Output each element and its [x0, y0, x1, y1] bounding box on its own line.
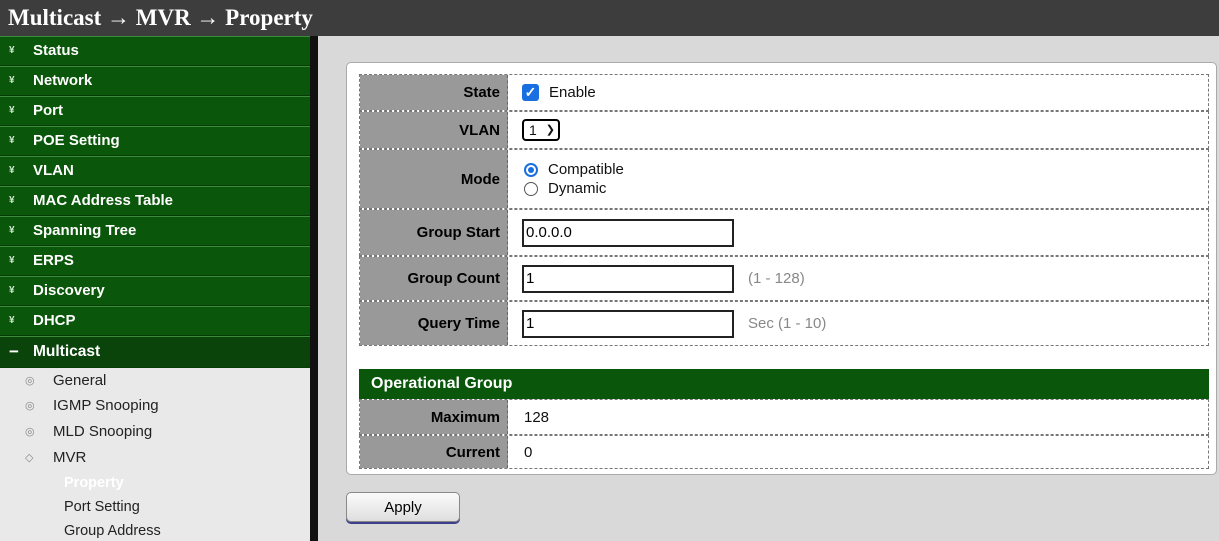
page-title: Multicast → MVR → Property: [8, 5, 313, 30]
sidebar-item-label: VLAN: [33, 162, 74, 179]
apply-button[interactable]: Apply: [346, 492, 460, 522]
sidebar-item-mac-address-table[interactable]: ¥ MAC Address Table: [0, 186, 310, 216]
sidebar-item-label: MAC Address Table: [33, 192, 174, 209]
sidebar-subitem-label: MLD Snooping: [53, 423, 153, 440]
maximum-value: 128: [524, 408, 550, 426]
chevron-down-icon: ❯: [545, 124, 555, 136]
sidebar-item-label: Port: [33, 102, 63, 119]
expand-arrow-icon: ¥: [9, 105, 15, 116]
mode-dynamic-label: Dynamic: [548, 180, 607, 197]
bullet-icon: ◎: [25, 375, 35, 387]
collapse-minus-icon: −: [9, 342, 19, 361]
group-count-hint: (1 - 128): [748, 270, 805, 287]
current-label: Current: [360, 436, 508, 468]
current-row: Current 0: [359, 435, 1209, 469]
sidebar-item-label: Network: [33, 72, 93, 89]
sidebar-item-port[interactable]: ¥ Port: [0, 96, 310, 126]
vlan-row: VLAN 1 ❯: [359, 111, 1209, 149]
group-count-label: Group Count: [360, 257, 508, 300]
query-time-row: Query Time 1 Sec (1 - 10): [359, 301, 1209, 346]
sidebar-item-vlan[interactable]: ¥ VLAN: [0, 156, 310, 186]
query-time-input[interactable]: 1: [522, 309, 734, 338]
bullet-icon: ◎: [25, 400, 35, 412]
sidebar-subitem-label: IGMP Snooping: [53, 397, 159, 414]
sidebar-item-label: DHCP: [33, 312, 76, 329]
sidebar-item-label: Multicast: [33, 343, 101, 360]
sidebar-item-label: Spanning Tree: [33, 222, 137, 239]
sidebar-item-dhcp[interactable]: ¥ DHCP: [0, 306, 310, 336]
state-enable-label: Enable: [549, 84, 596, 101]
sidebar-subitem-label: MVR: [53, 449, 87, 466]
expand-arrow-icon: ¥: [9, 45, 15, 56]
expand-arrow-icon: ¥: [9, 135, 15, 146]
sidebar-item-status[interactable]: ¥ Status: [0, 36, 310, 66]
vlan-selected-value: 1: [529, 122, 537, 138]
mode-dynamic-radio[interactable]: [524, 181, 538, 196]
maximum-label: Maximum: [360, 400, 508, 434]
expand-arrow-icon: ¥: [9, 195, 15, 206]
sidebar-link-group-address[interactable]: Group Address: [64, 520, 161, 541]
mode-row: Mode Compatible Dynamic: [359, 149, 1209, 209]
sidebar-item-erps[interactable]: ¥ ERPS: [0, 246, 310, 276]
sidebar-item-spanning-tree[interactable]: ¥ Spanning Tree: [0, 216, 310, 246]
sidebar: ¥ Status ¥ Network ¥ Port ¥ POE Setting ¥ VLA…: [0, 36, 310, 541]
mode-label: Mode: [360, 150, 508, 208]
vlan-label: VLAN: [360, 112, 508, 148]
expand-arrow-icon: ¥: [9, 75, 15, 86]
group-start-input[interactable]: 0.0.0.0: [522, 218, 734, 247]
sidebar-item-network[interactable]: ¥ Network: [0, 66, 310, 96]
operational-group-header: Operational Group: [359, 369, 1209, 399]
current-value: 0: [524, 443, 533, 461]
maximum-row: Maximum 128: [359, 399, 1209, 435]
state-row: State ✓ Enable: [359, 74, 1209, 111]
sidebar-item-discovery[interactable]: ¥ Discovery: [0, 276, 310, 306]
expand-arrow-icon: ¥: [9, 165, 15, 176]
sidebar-subitem-label: General: [53, 372, 107, 389]
sidebar-item-multicast[interactable]: − Multicast: [0, 336, 310, 368]
group-count-input[interactable]: 1: [522, 264, 734, 293]
sidebar-item-label: Discovery: [33, 282, 105, 299]
top-title-bar: Multicast → MVR → Property: [0, 0, 1219, 36]
group-start-label: Group Start: [360, 210, 508, 255]
sidebar-item-poe-setting[interactable]: ¥ POE Setting: [0, 126, 310, 156]
sidebar-divider: [310, 36, 318, 541]
property-panel: State ✓ Enable VLAN 1 ❯ Mode Compatible D…: [346, 62, 1217, 475]
vlan-select[interactable]: 1 ❯: [522, 119, 560, 141]
query-time-hint: Sec (1 - 10): [748, 315, 827, 332]
sidebar-item-label: Status: [33, 42, 79, 59]
expand-arrow-icon: ¥: [9, 225, 15, 236]
sidebar-link-port-setting[interactable]: Port Setting: [64, 496, 140, 518]
group-count-row: Group Count 1 (1 - 128): [359, 256, 1209, 301]
mode-compatible-radio[interactable]: [524, 162, 538, 177]
query-time-label: Query Time: [360, 302, 508, 345]
state-label: State: [360, 75, 508, 110]
sidebar-item-label: POE Setting: [33, 132, 120, 149]
mode-compatible-label: Compatible: [548, 161, 624, 178]
sidebar-link-property[interactable]: Property: [64, 472, 124, 494]
sidebar-item-label: ERPS: [33, 252, 74, 269]
expand-arrow-icon: ¥: [9, 315, 15, 326]
bullet-icon: ◎: [25, 426, 35, 438]
open-folder-icon: ◇: [25, 452, 34, 464]
expand-arrow-icon: ¥: [9, 285, 15, 296]
group-start-row: Group Start 0.0.0.0: [359, 209, 1209, 256]
state-enable-checkbox[interactable]: ✓: [522, 84, 539, 101]
expand-arrow-icon: ¥: [9, 255, 15, 266]
